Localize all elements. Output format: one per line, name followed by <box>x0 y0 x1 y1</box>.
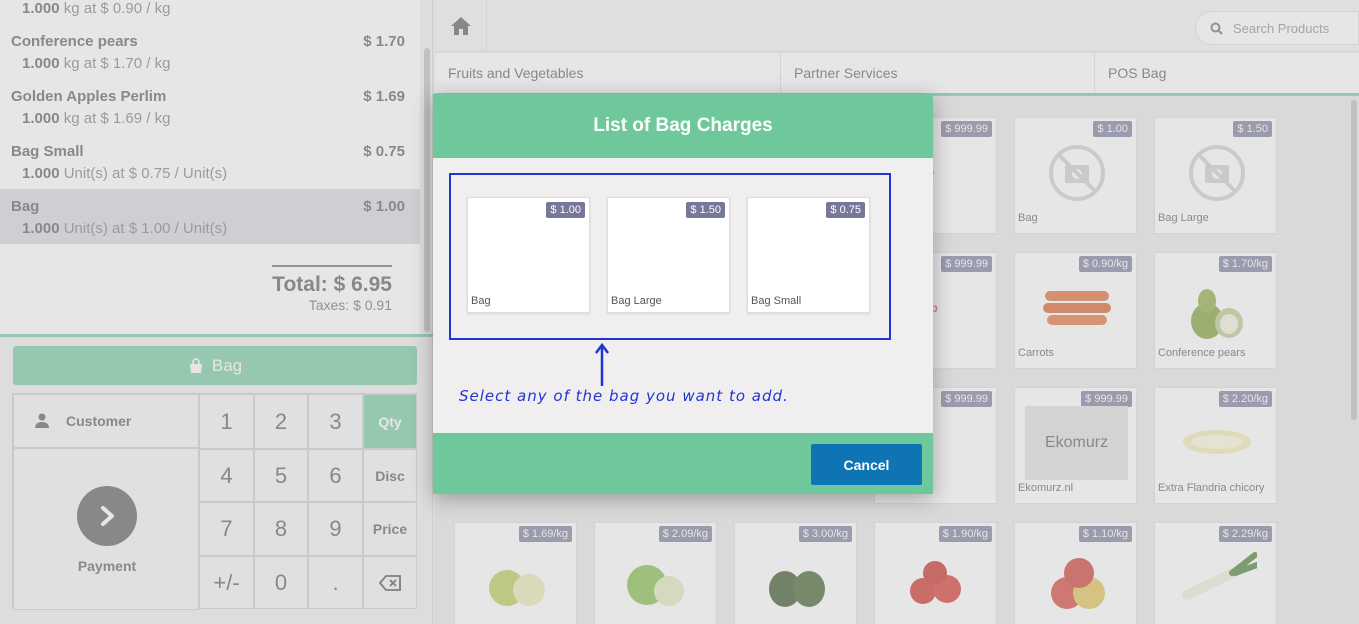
bag-option-name: Bag Large <box>611 295 662 307</box>
arrow-up-icon <box>595 342 609 386</box>
bag-option-bag-small[interactable]: $ 0.75 Bag Small <box>747 197 870 313</box>
dialog-footer: Cancel <box>433 433 933 494</box>
dialog-title: List of Bag Charges <box>433 94 933 158</box>
bag-charges-dialog: List of Bag Charges $ 1.00 Bag $ 1.50 Ba… <box>433 94 933 494</box>
bag-option-price: $ 1.00 <box>546 202 585 218</box>
cancel-button[interactable]: Cancel <box>811 444 922 485</box>
bag-option-bag[interactable]: $ 1.00 Bag <box>467 197 590 313</box>
bag-option-name: Bag <box>471 295 491 307</box>
annotation-hint: Select any of the bag you want to add. <box>459 387 789 405</box>
bag-selection-highlight: $ 1.00 Bag $ 1.50 Bag Large $ 0.75 Bag S… <box>449 173 891 340</box>
bag-option-price: $ 1.50 <box>686 202 725 218</box>
bag-option-bag-large[interactable]: $ 1.50 Bag Large <box>607 197 730 313</box>
bag-option-name: Bag Small <box>751 295 802 307</box>
bag-option-price: $ 0.75 <box>826 202 865 218</box>
